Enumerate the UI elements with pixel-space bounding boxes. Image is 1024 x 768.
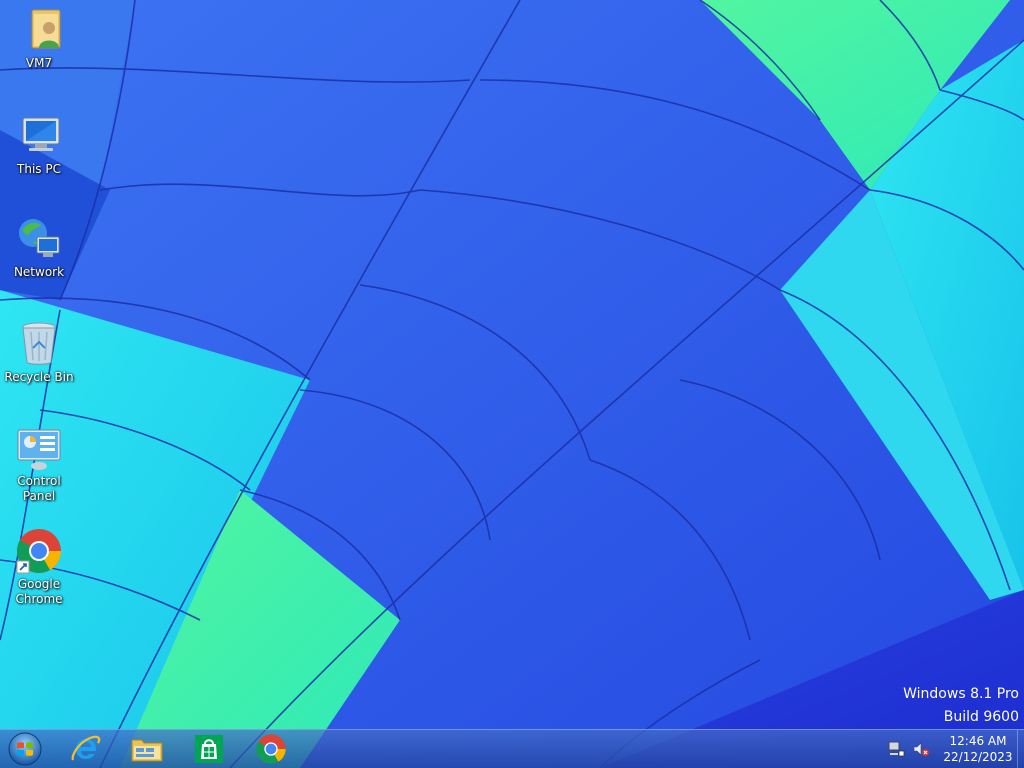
recycle-bin-icon (22, 322, 56, 365)
clock[interactable]: 12:46 AM 22/12/2023 (942, 733, 1014, 765)
clock-time: 12:46 AM (949, 734, 1007, 748)
computer-icon (22, 117, 60, 151)
network-status-icon[interactable] (886, 739, 906, 759)
windows-start-orb-icon (8, 732, 42, 766)
chrome-icon (16, 529, 61, 574)
desktop-icon-vm7[interactable]: VM7 (0, 6, 78, 71)
system-tray: 12:46 AM 22/12/2023 (886, 730, 1024, 768)
desktop-icon-label: VM7 (25, 56, 53, 70)
taskbar-internet-explorer-button[interactable] (64, 732, 108, 766)
desktop-icon-label: This PC (17, 162, 61, 176)
desktop-icon-google-chrome[interactable]: Google Chrome (0, 527, 78, 607)
windows-store-icon (195, 735, 223, 763)
windows-version-watermark: Windows 8.1 Pro Build 9600 (903, 683, 1019, 729)
taskbar-chrome-button[interactable] (249, 732, 293, 766)
desktop-icon-label: Google Chrome (15, 577, 63, 606)
clock-date: 22/12/2023 (943, 750, 1013, 764)
network-icon (19, 219, 60, 257)
desktop-icon-control-panel[interactable]: Control Panel (0, 424, 78, 504)
desktop-icon-label: Control Panel (17, 474, 61, 503)
start-button[interactable] (3, 732, 47, 766)
desktop-icon-network[interactable]: Network (0, 215, 78, 280)
desktop-icon-label: Network (13, 265, 65, 279)
show-desktop-button[interactable] (1017, 730, 1024, 768)
windows-edition-text: Windows 8.1 Pro (903, 686, 1019, 702)
desktop-icon-recycle-bin[interactable]: Recycle Bin (0, 320, 78, 385)
taskbar-file-explorer-button[interactable] (125, 732, 169, 766)
volume-muted-icon[interactable] (911, 739, 931, 759)
taskbar-windows-store-button[interactable] (187, 732, 231, 766)
control-panel-icon (17, 429, 61, 470)
desktop[interactable]: VM7 This PC Network Recycle Bin Control … (0, 0, 1024, 768)
chrome-icon (256, 734, 286, 764)
windows-build-text: Build 9600 (943, 709, 1019, 725)
internet-explorer-icon (71, 735, 101, 761)
user-folder-icon (31, 9, 61, 49)
taskbar[interactable]: 12:46 AM 22/12/2023 (0, 729, 1024, 768)
wallpaper-image (0, 0, 1024, 768)
desktop-icon-label: Recycle Bin (4, 370, 74, 384)
file-explorer-icon (131, 739, 163, 762)
desktop-icon-this-pc[interactable]: This PC (0, 112, 78, 177)
